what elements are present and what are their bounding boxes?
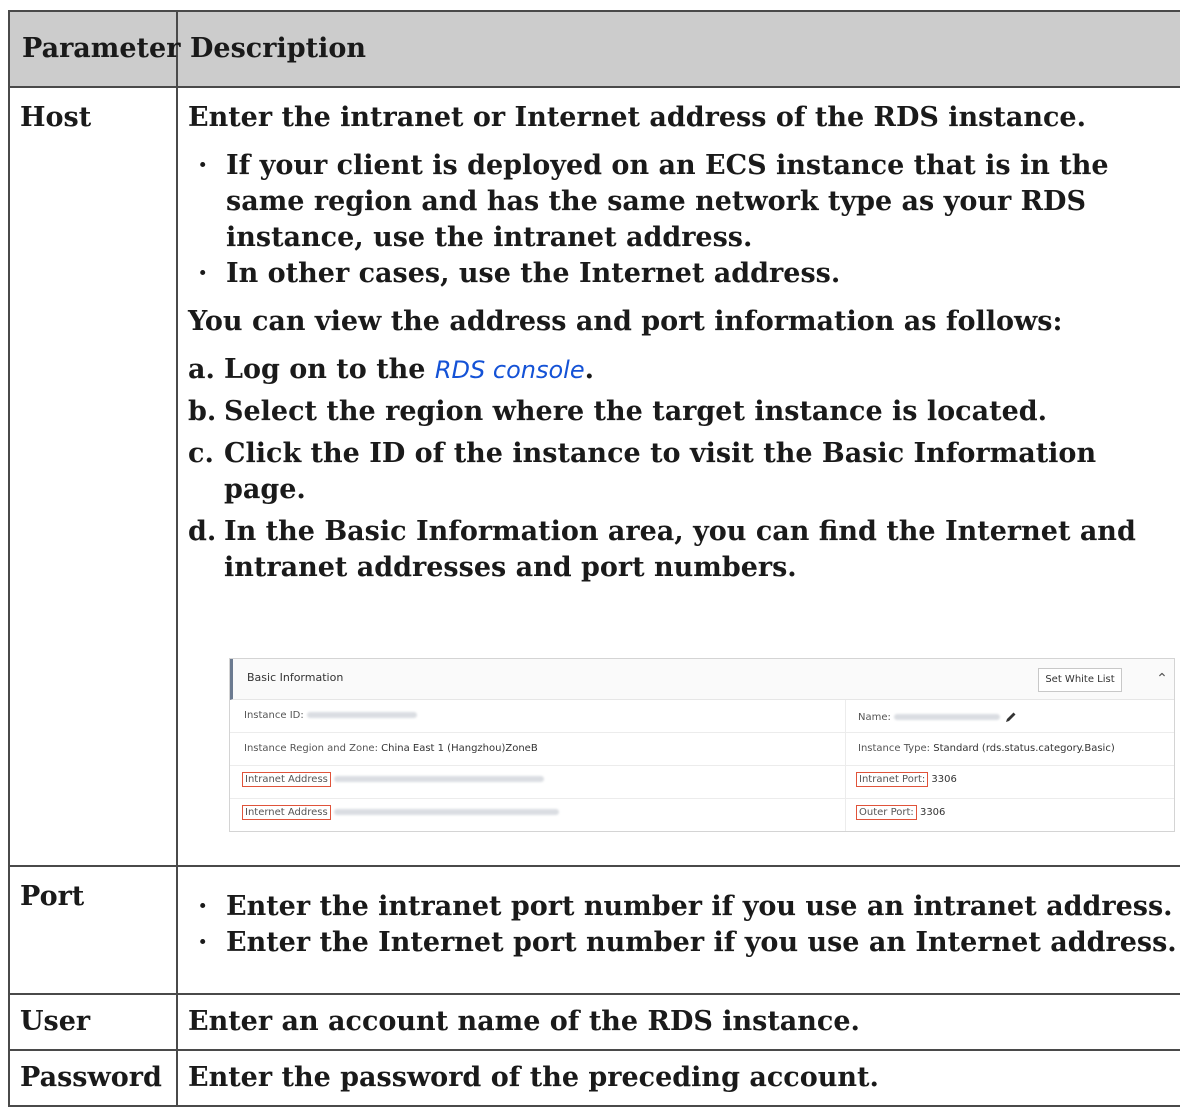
- step-item-d: d. In the Basic Information area, you can…: [188, 514, 1180, 586]
- console-row-intranet: Intranet Address Intranet Port: 3306: [230, 766, 1174, 799]
- host-intro: Enter the intranet or Internet address o…: [188, 102, 1086, 133]
- instance-id-field: Instance ID:: [244, 710, 417, 721]
- instance-type-value: Standard (rds.status.category.Basic): [933, 743, 1115, 754]
- instance-type-field: Instance Type: Standard (rds.status.cate…: [858, 743, 1115, 754]
- set-white-list-button[interactable]: Set White List: [1038, 668, 1122, 692]
- blurred-value: [894, 714, 1001, 720]
- region-field: Instance Region and Zone: China East 1 (…: [244, 743, 538, 754]
- port-bullet-item: Enter the Internet port number if you us…: [188, 925, 1180, 961]
- port-bullet-list: Enter the intranet port number if you us…: [188, 879, 1180, 961]
- param-description-password: Enter the password of the preceding acco…: [176, 1049, 1180, 1107]
- param-description-port: Enter the intranet port number if you us…: [176, 865, 1180, 995]
- blurred-value: [334, 776, 545, 782]
- console-row-internet: Internet Address Outer Port: 3306: [230, 799, 1174, 831]
- step-marker: a.: [188, 354, 215, 385]
- basic-information-screenshot: Basic Information Set White List ⌃ Insta…: [229, 658, 1175, 832]
- host-view-intro: You can view the address and port inform…: [188, 306, 1063, 337]
- step-text: Select the region where the target insta…: [224, 396, 1048, 427]
- intranet-port-field: Intranet Port: 3306: [856, 772, 957, 787]
- document-page: Parameter Description Host Enter the int…: [0, 0, 1180, 1107]
- blurred-value: [333, 809, 559, 815]
- region-label: Instance Region and Zone:: [244, 743, 378, 754]
- table-header-row: Parameter Description: [8, 10, 1180, 88]
- edit-pencil-icon[interactable]: [1004, 710, 1018, 724]
- parameter-table: Parameter Description Host Enter the int…: [8, 10, 1180, 1107]
- host-step-list: a. Log on to the RDS console. b. Select th…: [188, 352, 1180, 586]
- region-value: China East 1 (Hangzhou)ZoneB: [381, 743, 538, 754]
- table-row-port: Port Enter the intranet port number if y…: [8, 865, 1180, 995]
- step-marker: c.: [188, 438, 214, 469]
- outer-port-label: Outer Port:: [856, 805, 917, 820]
- param-name-port: Port: [8, 865, 178, 995]
- step-marker: b.: [188, 396, 217, 427]
- column-header-parameter: Parameter: [8, 10, 180, 88]
- step-text: Click the ID of the instance to visit th…: [224, 438, 1097, 505]
- instance-type-label: Instance Type:: [858, 743, 931, 754]
- outer-port-field: Outer Port: 3306: [856, 805, 946, 820]
- name-label: Name:: [858, 712, 891, 723]
- param-name-user: User: [8, 993, 178, 1051]
- column-header-description: Description: [176, 10, 1180, 88]
- host-bullet-item: If your client is deployed on an ECS ins…: [188, 148, 1180, 256]
- rds-console-link[interactable]: RDS console: [435, 356, 585, 384]
- chevron-up-icon[interactable]: ⌃: [1151, 668, 1173, 690]
- step-text: Log on to the: [224, 354, 435, 385]
- step-text: In the Basic Information area, you can f…: [224, 516, 1136, 583]
- intranet-address-field: Intranet Address: [242, 772, 545, 787]
- param-name-password: Password: [8, 1049, 178, 1107]
- host-bullet-item: In other cases, use the Internet address…: [188, 256, 1180, 292]
- basic-information-header: Basic Information Set White List ⌃: [230, 659, 1174, 700]
- step-item-a: a. Log on to the RDS console.: [188, 352, 1180, 388]
- basic-information-title: Basic Information: [247, 671, 344, 684]
- name-field: Name:: [858, 710, 1018, 724]
- step-text-suffix: .: [584, 354, 595, 385]
- step-item-c: c. Click the ID of the instance to visit …: [188, 436, 1180, 508]
- internet-address-field: Internet Address: [242, 805, 559, 820]
- blurred-value: [306, 712, 417, 718]
- table-row-password: Password Enter the password of the prece…: [8, 1049, 1180, 1107]
- param-name-host: Host: [8, 86, 178, 867]
- internet-address-label: Internet Address: [242, 805, 331, 820]
- step-item-b: b. Select the region where the target ins…: [188, 394, 1180, 430]
- intranet-port-label: Intranet Port:: [856, 772, 929, 787]
- intranet-port-value: 3306: [931, 774, 957, 785]
- intranet-address-label: Intranet Address: [242, 772, 331, 787]
- outer-port-value: 3306: [919, 807, 946, 818]
- console-row-instance-id: Instance ID: Name:: [230, 700, 1174, 733]
- table-row-user: User Enter an account name of the RDS in…: [8, 993, 1180, 1051]
- port-bullet-item: Enter the intranet port number if you us…: [188, 889, 1180, 925]
- console-row-region: Instance Region and Zone: China East 1 (…: [230, 733, 1174, 766]
- param-description-user: Enter an account name of the RDS instanc…: [176, 993, 1180, 1051]
- instance-id-label: Instance ID:: [244, 710, 304, 721]
- step-marker: d.: [188, 516, 217, 547]
- host-bullet-list: If your client is deployed on an ECS ins…: [188, 148, 1180, 292]
